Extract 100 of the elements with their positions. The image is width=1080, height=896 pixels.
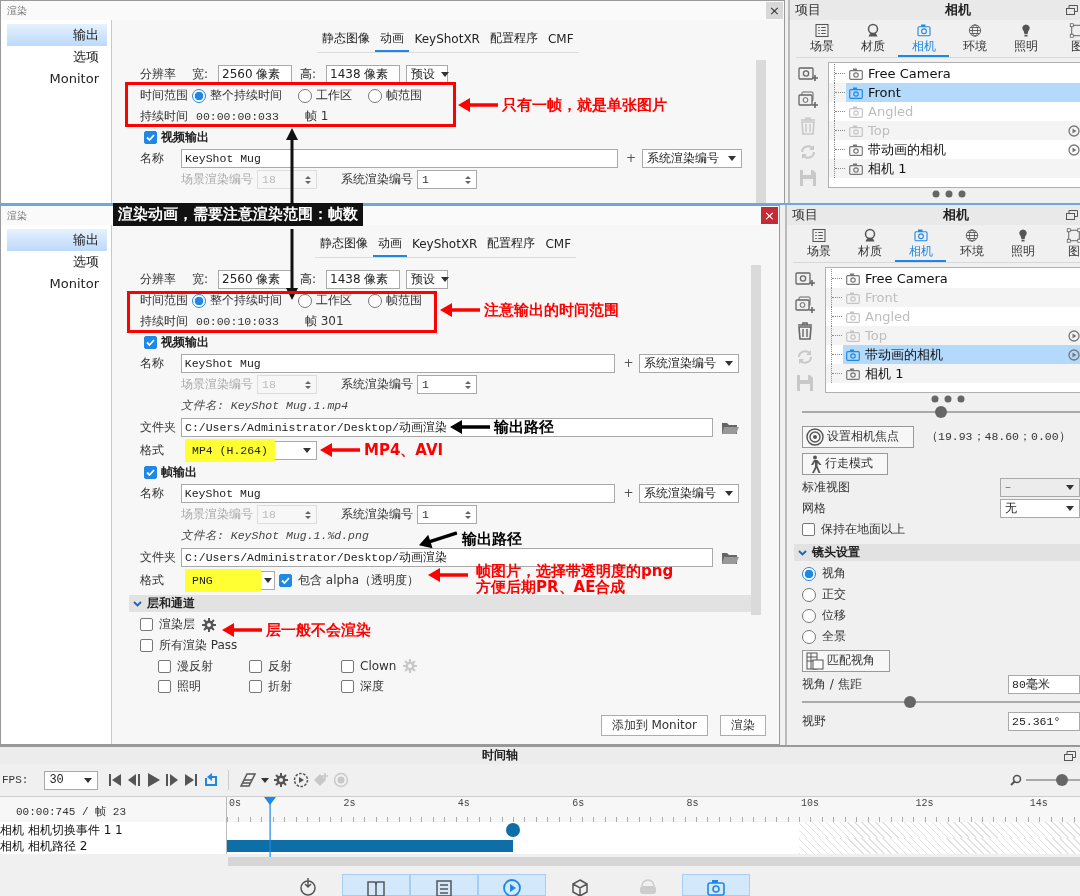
slider-thumb[interactable] xyxy=(935,406,947,418)
radio-label[interactable]: 帧范围 xyxy=(386,293,422,308)
folder-icon[interactable] xyxy=(721,550,739,565)
cameras-plus-icon[interactable] xyxy=(798,90,818,110)
radio-button[interactable] xyxy=(802,629,816,644)
checkbox-label[interactable]: 视频输出 xyxy=(161,335,209,350)
step-back-icon[interactable] xyxy=(127,772,143,789)
tab[interactable]: 动画 xyxy=(372,232,407,257)
radio-label[interactable]: 帧范围 xyxy=(386,88,422,103)
checkbox[interactable] xyxy=(144,131,157,144)
sidebar-item[interactable]: 输出 xyxy=(7,24,107,46)
dropdown[interactable]: MP4 (H.264) xyxy=(187,441,317,460)
checkbox-label[interactable]: 所有渲染 Pass xyxy=(159,638,238,653)
radio-button[interactable] xyxy=(802,587,816,602)
checkbox[interactable] xyxy=(341,659,354,673)
cameras-plus-icon[interactable] xyxy=(795,295,815,315)
checkbox[interactable] xyxy=(279,574,292,587)
tab[interactable]: 环境 xyxy=(949,22,1000,57)
tab[interactable]: 图 xyxy=(1048,227,1080,262)
height-field[interactable]: 1438 像素 xyxy=(326,270,400,289)
restore-icon[interactable] xyxy=(1066,210,1078,220)
section-header[interactable]: 镜头设置 xyxy=(794,544,1080,561)
sidebar-item[interactable]: 输出 xyxy=(7,229,107,251)
checkbox[interactable] xyxy=(802,523,815,536)
camera-plus-icon[interactable] xyxy=(798,64,818,84)
checkbox-label[interactable]: 帧输出 xyxy=(161,465,197,480)
checkbox-label[interactable]: 反射 xyxy=(268,657,292,675)
radio-label[interactable]: 位移 xyxy=(822,608,846,623)
gear-icon[interactable] xyxy=(201,616,217,633)
trash-icon[interactable] xyxy=(795,321,815,341)
tab[interactable]: KeyShotXR xyxy=(409,27,485,52)
scrollbar[interactable] xyxy=(751,265,761,615)
slider-thumb[interactable] xyxy=(904,696,917,708)
radio-button[interactable] xyxy=(298,88,312,103)
checkbox-label[interactable]: Clown xyxy=(360,659,397,673)
tab[interactable]: 照明 xyxy=(997,227,1048,262)
checkbox-label[interactable]: 包含 alpha（透明度） xyxy=(298,573,420,588)
tab[interactable]: 材质 xyxy=(847,22,898,57)
dropdown[interactable]: 系统渲染编号 xyxy=(639,484,739,503)
restore-icon[interactable] xyxy=(1064,751,1076,761)
radio-label[interactable]: 全景 xyxy=(822,629,846,644)
button[interactable]: 添加到 Monitor xyxy=(600,715,708,736)
list-item[interactable]: Free Camera xyxy=(843,269,1080,288)
radio-label[interactable]: 整个持续时间 xyxy=(210,293,282,308)
radio-button[interactable] xyxy=(802,608,816,623)
field-of-view-field[interactable]: 25.361° xyxy=(1008,712,1080,731)
slider[interactable] xyxy=(1026,773,1080,788)
tab[interactable]: 材质 xyxy=(844,227,895,262)
number-field[interactable]: 1 xyxy=(417,375,477,394)
width-field[interactable]: 2560 像素 xyxy=(218,270,292,289)
more-icon[interactable] xyxy=(930,395,965,403)
checkbox[interactable] xyxy=(249,679,262,693)
checkbox[interactable] xyxy=(158,659,171,673)
tab[interactable]: CMF xyxy=(540,232,577,257)
dashed-play-icon[interactable] xyxy=(293,772,310,789)
tab[interactable]: 配置程序 xyxy=(484,27,543,52)
tab[interactable]: 照明 xyxy=(1000,22,1051,57)
sidebar-item[interactable]: Monitor xyxy=(7,273,107,295)
zoom-icon[interactable] xyxy=(1010,774,1022,787)
section-header[interactable]: 层和通道 xyxy=(129,595,753,612)
sidebar-item[interactable]: Monitor xyxy=(7,68,107,90)
tab[interactable]: KeyShotXR xyxy=(406,232,483,257)
radio-label[interactable]: 工作区 xyxy=(316,293,352,308)
radio-label[interactable]: 整个持续时间 xyxy=(210,88,282,103)
tab[interactable]: 环境 xyxy=(946,227,997,262)
close-button[interactable]: × xyxy=(766,2,783,19)
checkbox-label[interactable]: 照明 xyxy=(177,677,201,695)
sidebar-item[interactable]: 选项 xyxy=(7,46,107,68)
checkbox-label[interactable]: 深度 xyxy=(360,677,384,695)
radio-label[interactable]: 工作区 xyxy=(316,88,352,103)
scrollbar[interactable] xyxy=(228,857,1080,866)
radio-button[interactable] xyxy=(192,88,206,103)
button[interactable]: 渲染 xyxy=(720,715,766,736)
checkbox[interactable] xyxy=(249,659,262,673)
tab[interactable]: 静态图像 xyxy=(317,27,376,52)
checkbox[interactable] xyxy=(341,679,354,693)
radio-label[interactable]: 视角 xyxy=(822,566,846,581)
radio-button[interactable] xyxy=(368,88,382,103)
button[interactable]: 匹配视角 xyxy=(802,649,890,672)
list-item[interactable]: 带动画的相机 xyxy=(846,140,1080,159)
folder-icon[interactable] xyxy=(721,420,739,435)
list-item[interactable]: Front xyxy=(846,83,1080,102)
slider[interactable] xyxy=(802,695,1080,709)
play-icon[interactable] xyxy=(146,772,162,789)
radio-label[interactable]: 正交 xyxy=(822,587,846,602)
tab[interactable]: 动画 xyxy=(375,27,410,52)
list-item[interactable]: 带动画的相机 xyxy=(843,345,1080,364)
skip-end-icon[interactable] xyxy=(184,772,200,789)
clip-bar[interactable] xyxy=(227,840,513,853)
loop-icon[interactable] xyxy=(203,772,219,789)
checkbox[interactable] xyxy=(144,466,157,479)
dropdown[interactable]: 无 xyxy=(1000,499,1080,518)
list-item[interactable]: Free Camera xyxy=(846,64,1080,83)
camera-plus-icon[interactable] xyxy=(795,269,815,289)
name-field[interactable]: KeyShot Mug xyxy=(180,484,616,503)
playhead[interactable] xyxy=(263,797,278,858)
slider-thumb[interactable] xyxy=(1055,774,1068,787)
dock-button[interactable] xyxy=(342,874,410,896)
name-field[interactable]: KeyShot Mug xyxy=(180,354,616,373)
dropdown[interactable]: 30 xyxy=(44,770,99,790)
